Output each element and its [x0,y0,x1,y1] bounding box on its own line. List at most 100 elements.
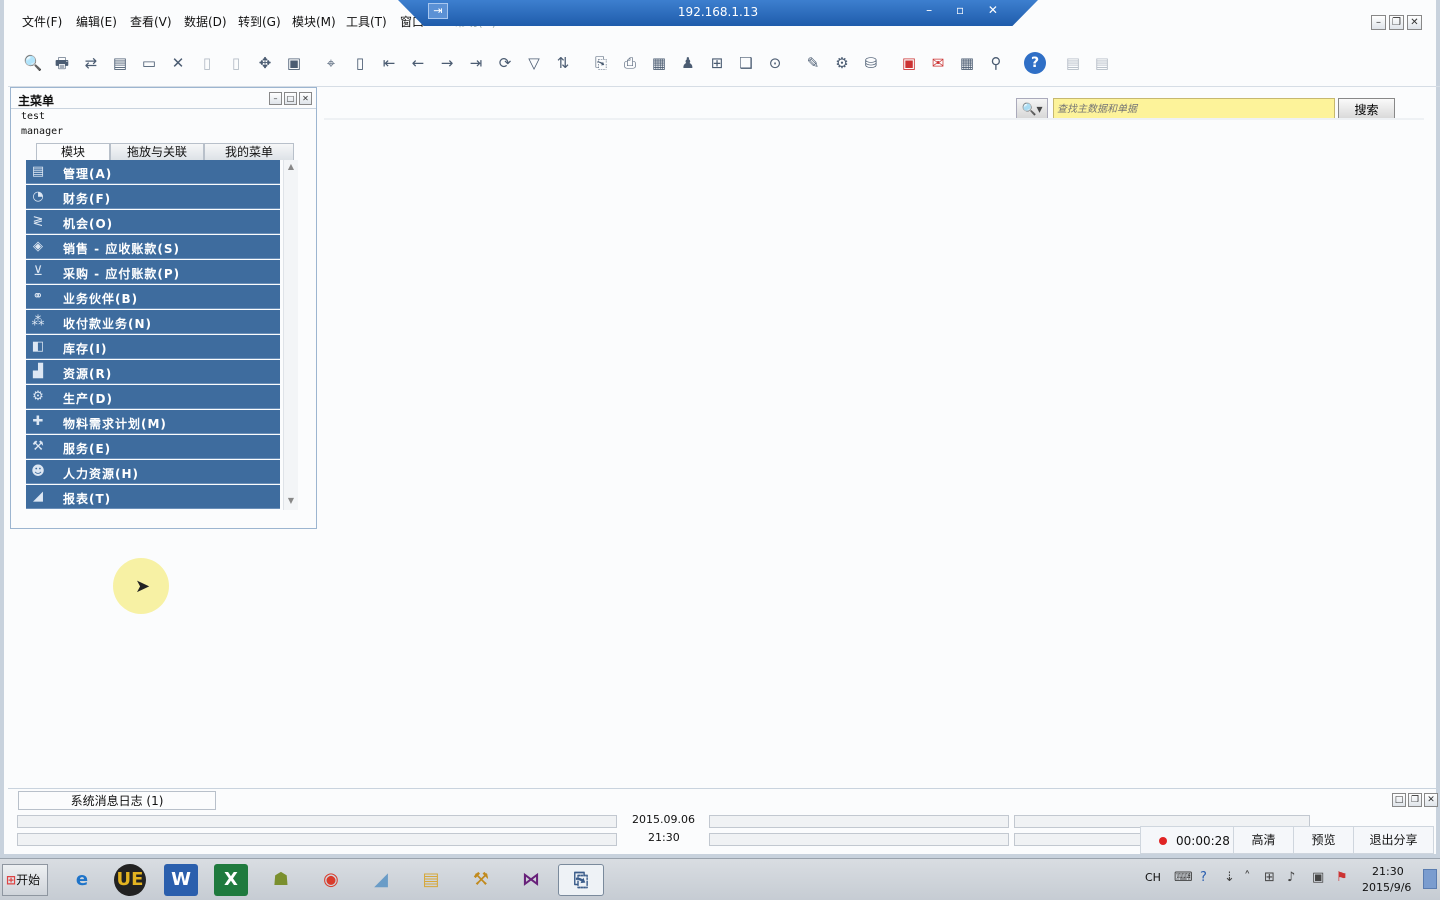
menu-edit[interactable]: 编辑(E) [76,13,117,30]
find-icon[interactable]: ⌖ [320,52,342,74]
module-list-scrollbar[interactable]: ▲ ▼ [283,160,298,510]
word-export-icon[interactable]: ▯ [196,52,218,74]
visual-studio-icon[interactable]: ⋈ [514,864,548,896]
keyboard-icon[interactable]: ⌨ [1174,870,1193,885]
module-item-admin[interactable]: ▤ 管理(A) [26,160,280,184]
print-preview-icon[interactable]: 🔍 [22,52,44,74]
chrome-icon[interactable]: ◉ [314,864,348,896]
module-item-business-partners[interactable]: ⚭ 业务伙伴(B) [26,285,280,309]
preview-button[interactable]: 预览 [1293,827,1353,853]
pdf-export-icon[interactable]: ▯ [225,52,247,74]
network-icon[interactable]: ▣ [1312,870,1324,885]
menu-view[interactable]: 查看(V) [130,13,172,30]
excel-icon[interactable]: X [214,864,248,896]
panel-minimize-button[interactable]: – [269,92,282,105]
sort-icon[interactable]: ⇅ [552,52,574,74]
excel-export-icon[interactable]: ✕ [167,52,189,74]
disabled-doc-icon[interactable]: ▤ [1062,52,1084,74]
close-button[interactable]: ✕ [1407,15,1422,30]
tab-my-menu[interactable]: 我的菜单 [204,143,294,160]
show-hidden-icons-icon[interactable]: ˄ [1244,870,1251,885]
menu-modules[interactable]: 模块(M) [292,13,336,30]
module-item-inventory[interactable]: ◧ 库存(I) [26,335,280,359]
last-record-icon[interactable]: ⇥ [465,52,487,74]
panel-close-button[interactable]: ✕ [299,92,312,105]
print-icon[interactable]: 🖶 [51,52,73,74]
refresh-icon[interactable]: ⟳ [494,52,516,74]
first-record-icon[interactable]: ⇤ [378,52,400,74]
volume-icon[interactable]: ♪ [1287,870,1295,885]
add-icon[interactable]: ▯ [349,52,371,74]
calendar-icon[interactable]: ▦ [956,52,978,74]
query-icon[interactable]: ⊙ [764,52,786,74]
module-item-banking[interactable]: ⁂ 收付款业务(N) [26,310,280,334]
filter-icon[interactable]: ▽ [523,52,545,74]
module-item-sales[interactable]: ◈ 销售 - 应收账款(S) [26,235,280,259]
tab-drag-relate[interactable]: 拖放与关联 [110,143,204,160]
ie-icon[interactable]: e [65,864,99,896]
search-button[interactable]: 搜索 [1338,98,1395,120]
edit-icon[interactable]: ✎ [802,52,824,74]
log-restore-button[interactable]: ❐ [1408,793,1422,807]
move-icon[interactable]: ✥ [254,52,276,74]
module-item-reports[interactable]: ◢ 报表(T) [26,485,280,509]
ultraedit-icon[interactable]: UE [114,864,146,896]
log-close-button[interactable]: ✕ [1424,793,1438,807]
target-document-icon[interactable]: ⎙ [619,52,641,74]
module-item-opportunity[interactable]: ≷ 机会(O) [26,210,280,234]
system-message-log-tab[interactable]: 系统消息日志 (1) [18,791,216,810]
panel-maximize-button[interactable]: □ [284,92,297,105]
exit-share-button[interactable]: 退出分享 [1353,827,1433,853]
input-language[interactable]: CH [1145,871,1161,884]
module-item-hr[interactable]: ☻ 人力资源(H) [26,460,280,484]
tab-modules[interactable]: 模块 [36,143,110,160]
module-item-purchase[interactable]: ⊻ 采购 - 应付账款(P) [26,260,280,284]
menu-tools[interactable]: 工具(T) [346,13,387,30]
action-center-icon[interactable]: ⚑ [1336,870,1348,885]
next-record-icon[interactable]: → [436,52,458,74]
module-item-production[interactable]: ⚙ 生产(D) [26,385,280,409]
search-scope-icon[interactable]: 🔍▾ [1016,98,1048,120]
org-chart-icon[interactable]: ⚲ [985,52,1007,74]
sap-business-one-icon[interactable]: ⎘ [558,864,604,896]
scroll-down-icon[interactable]: ▼ [284,496,298,508]
table-icon[interactable]: ▦ [648,52,670,74]
export-icon[interactable]: ⇄ [80,52,102,74]
lock-icon[interactable]: ▤ [109,52,131,74]
database-icon[interactable]: ⛁ [860,52,882,74]
settings-doc-icon[interactable]: ⚙ [831,52,853,74]
notes-icon[interactable]: ◢ [364,864,398,896]
network-tools-icon[interactable]: ⚒ [464,864,498,896]
word-icon[interactable]: W [164,864,198,896]
fax-icon[interactable]: ▭ [138,52,160,74]
module-item-service[interactable]: ⚒ 服务(E) [26,435,280,459]
disabled-doc2-icon[interactable]: ▤ [1091,52,1113,74]
hd-button[interactable]: 高清 [1233,827,1293,853]
scroll-up-icon[interactable]: ▲ [284,162,298,174]
options-tray-icon[interactable]: ⇣ [1224,870,1235,885]
explorer-folder-icon[interactable]: ▤ [414,864,448,896]
show-desktop-button[interactable] [1423,869,1437,889]
toad-icon[interactable]: ☗ [264,864,298,896]
windows-tray-icon[interactable]: ⊞ [1264,870,1275,885]
help-tray-icon[interactable]: ? [1200,870,1207,885]
search-input[interactable] [1053,98,1335,120]
layout-designer-icon[interactable]: ⊞ [706,52,728,74]
menu-file[interactable]: 文件(F) [22,13,62,30]
module-item-resources[interactable]: ▟ 资源(R) [26,360,280,384]
menu-goto[interactable]: 转到(G) [238,13,281,30]
module-item-mrp[interactable]: ✚ 物料需求计划(M) [26,410,280,434]
clock-date[interactable]: 2015/9/6 [1362,881,1411,894]
module-item-finance[interactable]: ◔ 财务(F) [26,185,280,209]
restore-button[interactable]: ❐ [1389,15,1404,30]
previous-record-icon[interactable]: ← [407,52,429,74]
alert-icon[interactable]: ▣ [898,52,920,74]
clock-time[interactable]: 21:30 [1372,865,1404,878]
help-icon[interactable]: ? [1024,52,1046,74]
message-icon[interactable]: ✉ [927,52,949,74]
open-book-icon[interactable]: ❑ [735,52,757,74]
launch-app-icon[interactable]: ▣ [283,52,305,74]
base-document-icon[interactable]: ⎘ [590,52,612,74]
log-minimize-button[interactable]: □ [1392,793,1406,807]
minimize-button[interactable]: – [1371,15,1386,30]
